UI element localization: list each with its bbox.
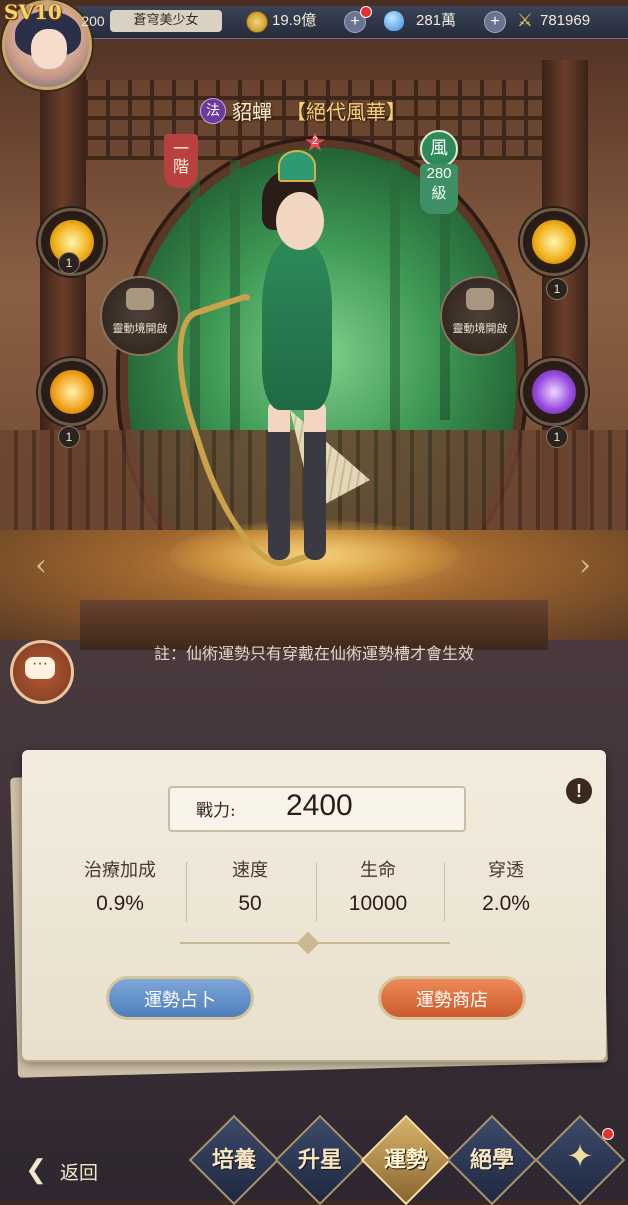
character-head: [276, 192, 324, 250]
lock-icon: [466, 288, 494, 310]
stat-label: 穿透: [488, 860, 524, 881]
gem-icon: [384, 11, 404, 31]
fortune-slot-left-bottom[interactable]: [38, 358, 106, 426]
fortune-slot-right-bottom[interactable]: [520, 358, 588, 426]
back-button[interactable]: ❮ 返回: [20, 1152, 116, 1188]
locked-slot-right[interactable]: 靈動境開啟: [440, 276, 520, 356]
gem-amount: 281萬: [416, 12, 457, 29]
tab-label: 運勢: [383, 1147, 428, 1173]
tab-fortune[interactable]: 運勢: [360, 1114, 452, 1205]
stat-value: 0.9%: [96, 892, 144, 915]
stat-label: 治療加成: [84, 860, 156, 881]
power-value: 2400: [286, 789, 353, 822]
notification-dot: [602, 1128, 614, 1140]
gold-amount: 19.9億: [272, 12, 317, 29]
tab-ultimate[interactable]: 絕學: [446, 1114, 538, 1205]
slot-count: 1: [546, 278, 568, 300]
fortune-divination-button[interactable]: 運勢占卜: [106, 976, 254, 1020]
fortune-slot-right-top[interactable]: [520, 208, 588, 276]
character-body[interactable]: [262, 240, 332, 410]
fortune-note: 註：仙術運勢只有穿戴在仙術運勢槽才會生效: [153, 644, 474, 663]
stat-label: 生命: [360, 860, 396, 881]
info-button[interactable]: !: [566, 778, 592, 804]
slot-count: 1: [58, 252, 80, 274]
back-label: 返回: [60, 1162, 99, 1184]
character-leg: [268, 400, 290, 560]
lock-icon: [126, 288, 154, 310]
vip-level: SV10: [4, 0, 62, 24]
heart-rune-icon: [50, 370, 94, 414]
stat-value: 10000: [348, 892, 408, 915]
star-count: 2: [311, 135, 319, 147]
tab-label: 升星: [297, 1147, 342, 1173]
tab-label: 培養: [211, 1147, 256, 1173]
class-badge: 法: [200, 98, 226, 124]
stat-speed: 速度 50: [184, 856, 316, 916]
flame-rune-icon: [532, 220, 576, 264]
stat-value: 50: [238, 892, 262, 915]
level-suffix: 級: [431, 185, 447, 202]
character-name: 貂蟬: [232, 100, 272, 124]
back-arrow-icon: ❮: [25, 1155, 47, 1185]
four-point-star-icon: ✦: [566, 1137, 594, 1175]
prev-character-arrow-icon[interactable]: ‹: [26, 548, 56, 584]
level-value: 280: [426, 165, 452, 182]
player-level: 200: [81, 13, 105, 29]
stat-heal-bonus: 治療加成 0.9%: [54, 856, 186, 916]
next-character-arrow-icon[interactable]: ›: [570, 548, 600, 584]
stat-label: 速度: [232, 860, 268, 881]
locked-slot-label: 靈動境開啟: [452, 322, 508, 335]
stat-hp: 生命 10000: [312, 856, 444, 916]
stat-penetration: 穿透 2.0%: [440, 856, 572, 916]
slot-count: 1: [546, 426, 568, 448]
total-power: 781969: [540, 12, 591, 29]
element-badge: 風: [420, 130, 458, 168]
gold-coin-icon: [246, 11, 268, 33]
avatar-face: [31, 29, 67, 69]
power-label: 戰力:: [196, 801, 236, 821]
player-name: 蒼穹美少女: [110, 10, 222, 32]
tab-star-up[interactable]: 升星: [274, 1114, 366, 1205]
character-leg: [304, 400, 326, 560]
rank-banner: 一 階: [164, 134, 198, 188]
locked-slot-label: 靈動境開啟: [112, 322, 168, 335]
crossed-swords-icon: ⚔: [516, 10, 534, 31]
stat-value: 2.0%: [482, 892, 530, 915]
level-tag: 280 級: [420, 164, 458, 214]
tab-cultivate[interactable]: 培養: [188, 1114, 280, 1205]
add-gems-button[interactable]: +: [484, 11, 506, 33]
cross-rune-icon: [532, 370, 576, 414]
character-title: 【絕代風華】: [286, 100, 406, 124]
notification-dot: [360, 6, 372, 18]
fortune-shop-button[interactable]: 運勢商店: [378, 976, 526, 1020]
tab-label: 絕學: [469, 1147, 514, 1173]
locked-slot-left[interactable]: 靈動境開啟: [100, 276, 180, 356]
slot-count: 1: [58, 426, 80, 448]
